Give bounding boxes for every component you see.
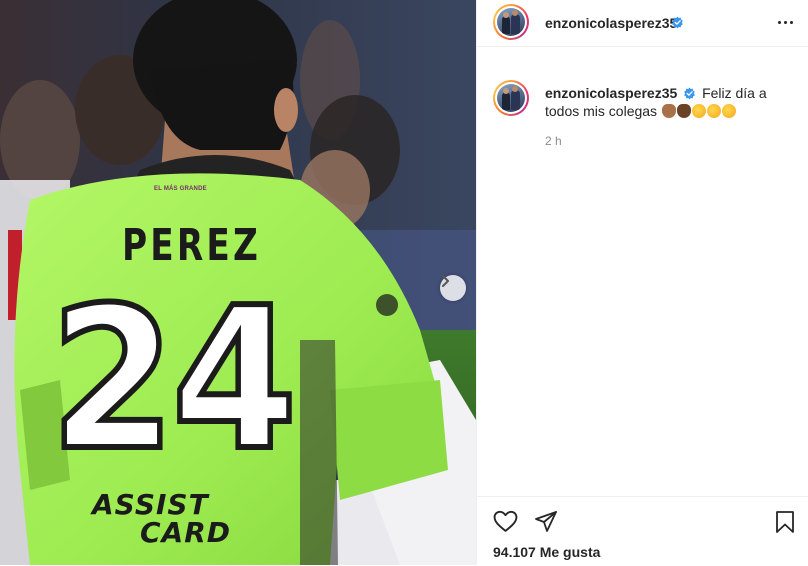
- post-actions-bar: 94.107 Me gusta: [477, 496, 808, 566]
- next-photo-button[interactable]: [440, 275, 466, 301]
- likes-count[interactable]: 94.107 Me gusta: [493, 544, 600, 560]
- caption-avatar[interactable]: [493, 80, 529, 116]
- post-side-panel: enzonicolasperez35 enzonicolasperez35 Fe…: [476, 0, 808, 565]
- jersey-number: 24: [47, 266, 300, 494]
- post-header: enzonicolasperez35: [477, 0, 808, 47]
- jersey-sponsor-line2: CARD: [140, 516, 232, 549]
- avatar[interactable]: [493, 4, 529, 40]
- grinning-squinting-icon: [721, 104, 736, 118]
- post-caption: enzonicolasperez35 Feliz día a todos mis…: [545, 84, 793, 120]
- jersey-name: PEREZ: [122, 220, 261, 271]
- clapping-hands-icon: [676, 104, 691, 118]
- rolling-laughing-icon: [706, 104, 721, 118]
- rolling-laughing-icon: [691, 104, 706, 118]
- post-timestamp[interactable]: 2 h: [545, 134, 562, 148]
- post-photo[interactable]: EL MÁS GRANDE PEREZ eFootball PES2021 24…: [0, 0, 476, 565]
- instagram-post-view: EL MÁS GRANDE PEREZ eFootball PES2021 24…: [0, 0, 808, 565]
- jersey-collar-text: EL MÁS GRANDE: [154, 186, 207, 192]
- header-username[interactable]: enzonicolasperez35: [545, 15, 677, 31]
- caption-username[interactable]: enzonicolasperez35: [545, 85, 677, 101]
- heart-icon[interactable]: [493, 510, 518, 533]
- more-options-icon[interactable]: [773, 12, 797, 32]
- verified-badge-icon: [684, 87, 695, 100]
- bookmark-icon[interactable]: [775, 510, 795, 534]
- chevron-right-icon: [442, 275, 449, 287]
- verified-badge-icon: [672, 16, 683, 29]
- clapping-hands-icon: [661, 104, 676, 118]
- paper-plane-icon[interactable]: [534, 510, 558, 533]
